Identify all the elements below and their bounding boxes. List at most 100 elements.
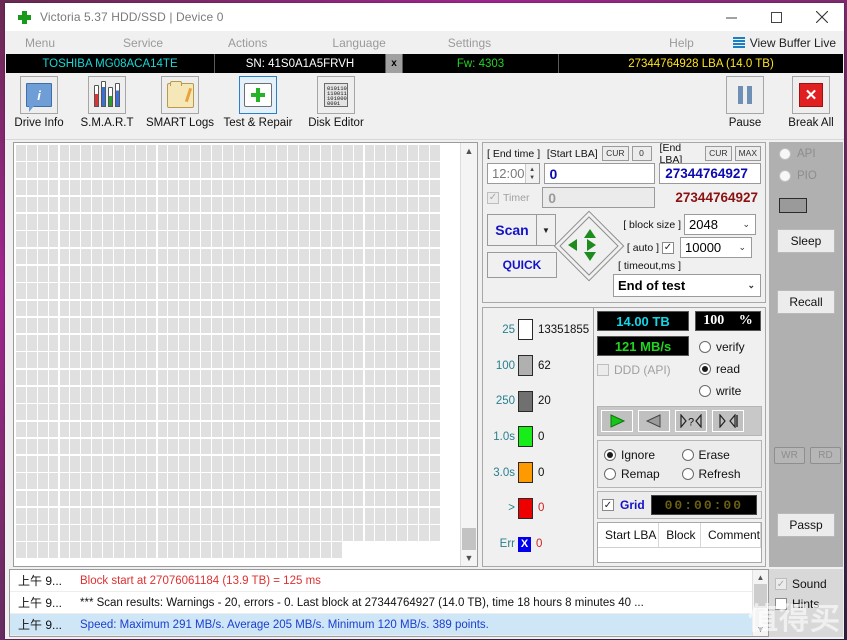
rd-button[interactable]: RD bbox=[810, 447, 841, 464]
recall-button[interactable]: Recall bbox=[777, 290, 835, 314]
menu-item-settings[interactable]: Settings bbox=[438, 36, 501, 50]
scroll-thumb[interactable] bbox=[462, 528, 476, 550]
menu-item-menu[interactable]: Menu bbox=[15, 36, 65, 50]
scan-block-cell bbox=[157, 265, 168, 282]
toolbar-button-pause[interactable]: Pause bbox=[712, 76, 778, 129]
play-icon[interactable] bbox=[601, 410, 633, 432]
toolbar-button-drive-info[interactable]: i Drive Info bbox=[5, 76, 73, 129]
wr-button[interactable]: WR bbox=[774, 447, 805, 464]
auto-checkbox[interactable]: ✓ bbox=[662, 241, 674, 254]
navigation-dpad[interactable] bbox=[553, 210, 625, 282]
action-remap[interactable]: Remap bbox=[604, 467, 678, 481]
end-time-input[interactable]: 12:00 ▲ ▼ bbox=[487, 163, 540, 184]
scan-block-cell bbox=[397, 300, 407, 317]
pio-radio[interactable] bbox=[779, 170, 791, 182]
results-table[interactable]: Start LBA Block Comment bbox=[597, 522, 762, 563]
drive-x-button[interactable]: x bbox=[386, 54, 403, 73]
timeout-select[interactable]: 10000 ⌄ bbox=[680, 237, 752, 258]
sound-checkbox[interactable]: ✓ bbox=[775, 578, 787, 590]
scan-block-map[interactable]: ▲ ▼ bbox=[13, 142, 478, 567]
action-erase[interactable]: Erase bbox=[681, 448, 756, 462]
remap-radio[interactable] bbox=[604, 467, 616, 480]
ignore-radio[interactable] bbox=[604, 448, 616, 461]
right-arrow-icon[interactable] bbox=[587, 239, 596, 251]
write-radio[interactable] bbox=[699, 385, 711, 397]
scan-block-cell bbox=[244, 214, 255, 230]
scan-block-cell bbox=[320, 335, 331, 351]
verify-radio[interactable] bbox=[699, 341, 711, 353]
mode-read[interactable]: read bbox=[699, 358, 745, 380]
log-row[interactable]: 上午 9... *** Scan results: Warnings - 20, … bbox=[10, 592, 752, 614]
end-lba-input[interactable]: 27344764927 bbox=[659, 163, 761, 184]
api-radio[interactable] bbox=[779, 148, 791, 160]
scan-dropdown-icon[interactable]: ▼ bbox=[537, 214, 556, 246]
menu-item-language[interactable]: Language bbox=[322, 36, 395, 50]
menu-item-help[interactable]: Help bbox=[659, 36, 704, 50]
mode-verify[interactable]: verify bbox=[699, 336, 745, 358]
hints-option[interactable]: Hints bbox=[775, 594, 843, 614]
skip-end-icon[interactable] bbox=[712, 410, 744, 432]
start-lba-input[interactable]: 0 bbox=[543, 163, 656, 184]
grid-checkbox[interactable]: ✓ bbox=[602, 499, 614, 511]
scan-block-map-canvas[interactable] bbox=[14, 143, 460, 566]
toolbar-button-test-repair[interactable]: Test & Repair bbox=[219, 76, 297, 129]
start-lba-zero-button[interactable]: 0 bbox=[631, 146, 652, 161]
menu-item-service[interactable]: Service bbox=[113, 36, 173, 50]
down-arrow-icon[interactable] bbox=[584, 252, 596, 261]
end-lba-max-button[interactable]: MAX bbox=[734, 146, 761, 161]
minimize-icon[interactable] bbox=[709, 3, 754, 31]
left-arrow-icon[interactable] bbox=[568, 239, 577, 251]
log-scroll-up-icon[interactable]: ▲ bbox=[753, 570, 768, 584]
refresh-radio[interactable] bbox=[681, 467, 694, 480]
mode-write[interactable]: write bbox=[699, 380, 745, 402]
scan-block-cell bbox=[81, 300, 92, 317]
scan-block-cell bbox=[157, 438, 168, 455]
log-scroll-down-icon[interactable]: ▼ bbox=[753, 622, 768, 636]
ddd-checkbox[interactable] bbox=[597, 364, 609, 376]
action-ignore[interactable]: Ignore bbox=[604, 448, 678, 462]
quick-button[interactable]: QUICK bbox=[487, 252, 557, 278]
timer-checkbox-group[interactable]: ✓ Timer bbox=[487, 191, 538, 204]
toolbar-button-break-all[interactable]: ✕ Break All bbox=[778, 76, 844, 129]
log-box[interactable]: 上午 9... Block start at 27076061184 (13.9 … bbox=[9, 569, 769, 637]
sleep-button[interactable]: Sleep bbox=[777, 229, 835, 253]
scan-map-scrollbar[interactable]: ▲ ▼ bbox=[460, 143, 477, 566]
close-icon[interactable] bbox=[799, 3, 844, 31]
toolbar-button-disk-editor[interactable]: 010110 110011 101000 0001 Disk Editor bbox=[297, 76, 375, 129]
scan-block-cell bbox=[375, 179, 386, 196]
end-lba-cur-button[interactable]: CUR bbox=[705, 146, 732, 161]
end-of-test-select[interactable]: End of test ⌄ bbox=[613, 274, 761, 297]
maximize-icon[interactable] bbox=[754, 3, 799, 31]
action-refresh[interactable]: Refresh bbox=[681, 467, 756, 481]
scan-block-cell bbox=[310, 300, 320, 317]
scan-button[interactable]: Scan bbox=[487, 214, 537, 246]
hints-checkbox[interactable] bbox=[775, 598, 787, 610]
rewind-icon[interactable] bbox=[638, 410, 670, 432]
erase-radio[interactable] bbox=[681, 448, 694, 461]
toolbar-button-smart-logs[interactable]: SMART Logs bbox=[141, 76, 219, 129]
up-arrow-icon[interactable] bbox=[584, 229, 596, 238]
end-time-spinner[interactable]: ▲ ▼ bbox=[524, 164, 539, 183]
sound-option[interactable]: ✓ Sound bbox=[775, 574, 843, 594]
start-lba-cur-button[interactable]: CUR bbox=[602, 146, 629, 161]
scan-block-cell bbox=[277, 421, 288, 438]
scroll-up-icon[interactable]: ▲ bbox=[461, 143, 477, 159]
block-size-select[interactable]: 2048 ⌄ bbox=[684, 214, 756, 235]
scan-block-cell bbox=[146, 179, 157, 196]
timer-checkbox[interactable]: ✓ bbox=[487, 191, 499, 204]
toolbar-button-smart[interactable]: S.M.A.R.T bbox=[73, 76, 141, 129]
log-list[interactable]: 上午 9... Block start at 27076061184 (13.9 … bbox=[10, 570, 752, 636]
log-row[interactable]: 上午 9... Block start at 27076061184 (13.9 … bbox=[10, 570, 752, 592]
api-option[interactable]: API bbox=[779, 148, 816, 160]
scroll-down-icon[interactable]: ▼ bbox=[461, 550, 477, 566]
ddd-row[interactable]: DDD (API) bbox=[597, 363, 689, 377]
menu-item-actions[interactable]: Actions bbox=[218, 36, 277, 50]
pio-option[interactable]: PIO bbox=[779, 170, 817, 182]
log-scroll-thumb[interactable] bbox=[754, 584, 767, 608]
read-radio[interactable] bbox=[699, 363, 711, 375]
view-buffer-live-button[interactable]: View Buffer Live bbox=[732, 36, 836, 50]
passp-button[interactable]: Passp bbox=[777, 513, 835, 537]
log-scrollbar[interactable]: ▲ ▼ bbox=[752, 570, 768, 636]
step-question-icon[interactable]: ? bbox=[675, 410, 707, 432]
log-row[interactable]: 上午 9... Speed: Maximum 291 MB/s. Average … bbox=[10, 614, 752, 636]
